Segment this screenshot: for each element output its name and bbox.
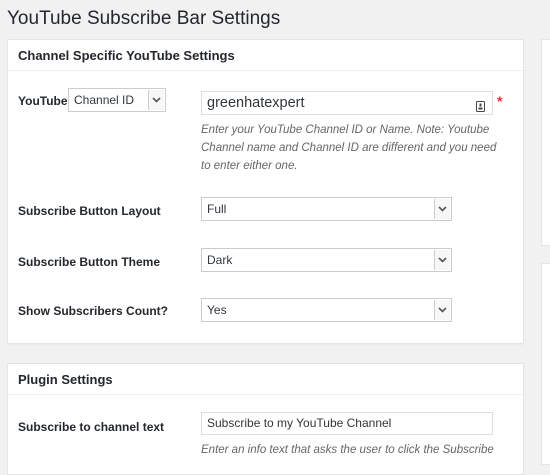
- channel-id-type-select[interactable]: Channel ID: [68, 88, 166, 112]
- chevron-down-icon: [148, 90, 164, 110]
- sidebar-box: [541, 39, 550, 246]
- help-line: to enter either one.: [201, 160, 298, 172]
- required-marker: *: [497, 93, 503, 109]
- channel-settings-panel: Channel Specific YouTube Settings YouTub…: [7, 39, 524, 344]
- subscribe-text-value: Subscribe to my YouTube Channel: [207, 416, 392, 430]
- page-title: YouTube Subscribe Bar Settings: [7, 8, 281, 29]
- panel-title: Channel Specific YouTube Settings: [8, 40, 523, 71]
- layout-label: Subscribe Button Layout: [18, 204, 161, 218]
- contact-card-icon[interactable]: [476, 97, 485, 119]
- layout-select[interactable]: Full: [201, 197, 452, 221]
- theme-label: Subscribe Button Theme: [18, 255, 161, 269]
- help-line: Channel name and Channel ID are differen…: [201, 142, 497, 154]
- subscribe-text-label: Subscribe to channel text: [18, 420, 165, 434]
- theme-select[interactable]: Dark: [201, 248, 452, 272]
- channel-name-value: greenhatexpert: [207, 95, 305, 111]
- panel-title: Plugin Settings: [8, 364, 523, 395]
- plugin-settings-panel: Plugin Settings Subscribe to channel tex…: [7, 363, 524, 475]
- subscribe-text-input[interactable]: Subscribe to my YouTube Channel: [201, 412, 493, 435]
- subscriber-count-select[interactable]: Yes: [201, 298, 452, 322]
- subscriber-count-label: Show Subscribers Count?: [18, 304, 169, 318]
- subscriber-count-value: Yes: [207, 303, 227, 317]
- chevron-down-icon: [434, 199, 450, 219]
- sidebar-box: [541, 263, 550, 465]
- help-line: Enter your YouTube Channel ID or Name. N…: [201, 124, 490, 136]
- theme-select-value: Dark: [207, 253, 233, 267]
- subscribe-text-help: Enter an info text that asks the user to…: [201, 444, 494, 456]
- youtube-label: YouTube: [18, 94, 68, 108]
- channel-name-input[interactable]: greenhatexpert: [201, 91, 493, 115]
- layout-select-value: Full: [207, 202, 227, 216]
- channel-help-text: Enter your YouTube Channel ID or Name. N…: [201, 121, 511, 175]
- channel-id-type-value: Channel ID: [74, 93, 135, 107]
- chevron-down-icon: [434, 250, 450, 270]
- chevron-down-icon: [434, 300, 450, 320]
